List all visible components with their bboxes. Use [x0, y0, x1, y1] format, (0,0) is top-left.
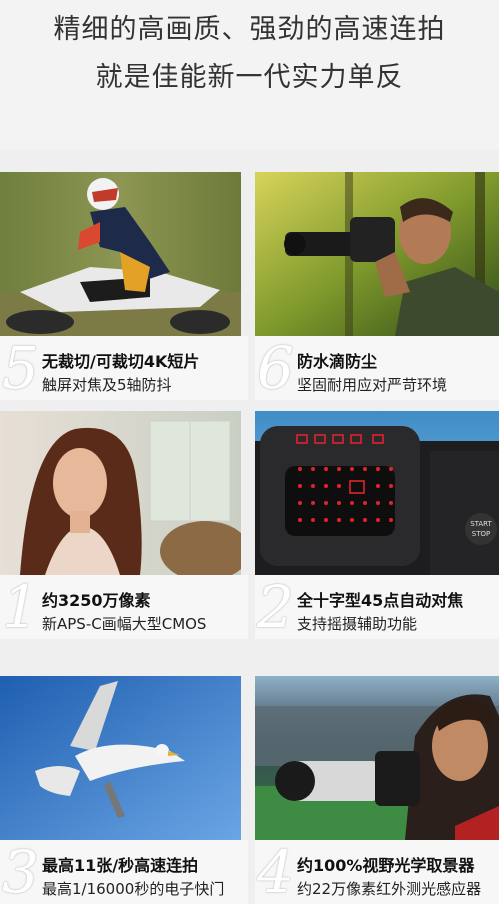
- feature-number: 6: [257, 334, 294, 402]
- feature-title: 无裁切/可裁切4K短片: [42, 352, 200, 371]
- seagull-flight-photo: [0, 676, 241, 840]
- feature-title: 防水滴防尘: [297, 352, 378, 371]
- feature-title: 最高11张/秒高速连拍: [42, 856, 199, 875]
- feature-title: 约100%视野光学取景器: [297, 856, 475, 875]
- feature-card-4: 4 约100%视野光学取景器 约22万像素红外测光感应器: [255, 840, 499, 904]
- feature-number: 1: [2, 573, 39, 641]
- feature-subtitle: 新APS-C画幅大型CMOS: [42, 615, 207, 633]
- feature-grid: 5 无裁切/可裁切4K短片 触屏对焦及5轴防抖 6 防水滴防尘 坚固耐用应对严苛…: [0, 150, 499, 904]
- feature-card-5: 5 无裁切/可裁切4K短片 触屏对焦及5轴防抖: [0, 336, 248, 400]
- feature-card-3: 3 最高11张/秒高速连拍 最高1/16000秒的电子快门: [0, 840, 248, 904]
- feature-card-6: 6 防水滴防尘 坚固耐用应对严苛环境: [255, 336, 499, 400]
- feature-subtitle: 支持摇摄辅助功能: [297, 615, 418, 633]
- headline: 精细的高画质、强劲的高速连拍 就是佳能新一代实力单反: [0, 0, 499, 150]
- feature-card-2: 2 全十字型45点自动对焦 支持摇摄辅助功能: [255, 575, 499, 639]
- feature-number: 3: [2, 838, 39, 904]
- headline-line-2: 就是佳能新一代实力单反: [95, 62, 404, 93]
- motocross-rider-photo: [0, 172, 241, 336]
- feature-subtitle: 坚固耐用应对严苛环境: [297, 376, 448, 394]
- portrait-woman-photo: [0, 411, 241, 575]
- feature-title: 约3250万像素: [42, 591, 151, 610]
- headline-line-1: 精细的高画质、强劲的高速连拍: [53, 14, 446, 45]
- viewfinder-af-points-photo: START STOP: [255, 411, 499, 575]
- feature-number: 2: [257, 573, 294, 641]
- start-label: START: [470, 520, 492, 528]
- feature-number: 5: [2, 334, 39, 402]
- feature-card-1: 1 约3250万像素 新APS-C画幅大型CMOS: [0, 575, 248, 639]
- feature-subtitle: 最高1/16000秒的电子快门: [42, 880, 225, 898]
- stop-label: STOP: [472, 530, 490, 538]
- feature-number: 4: [257, 838, 294, 904]
- stadium-photographer-photo: [255, 676, 499, 840]
- feature-subtitle: 触屏对焦及5轴防抖: [42, 376, 172, 394]
- feature-title: 全十字型45点自动对焦: [297, 591, 464, 610]
- feature-subtitle: 约22万像素红外测光感应器: [297, 880, 482, 898]
- photographer-in-forest-photo: [255, 172, 499, 336]
